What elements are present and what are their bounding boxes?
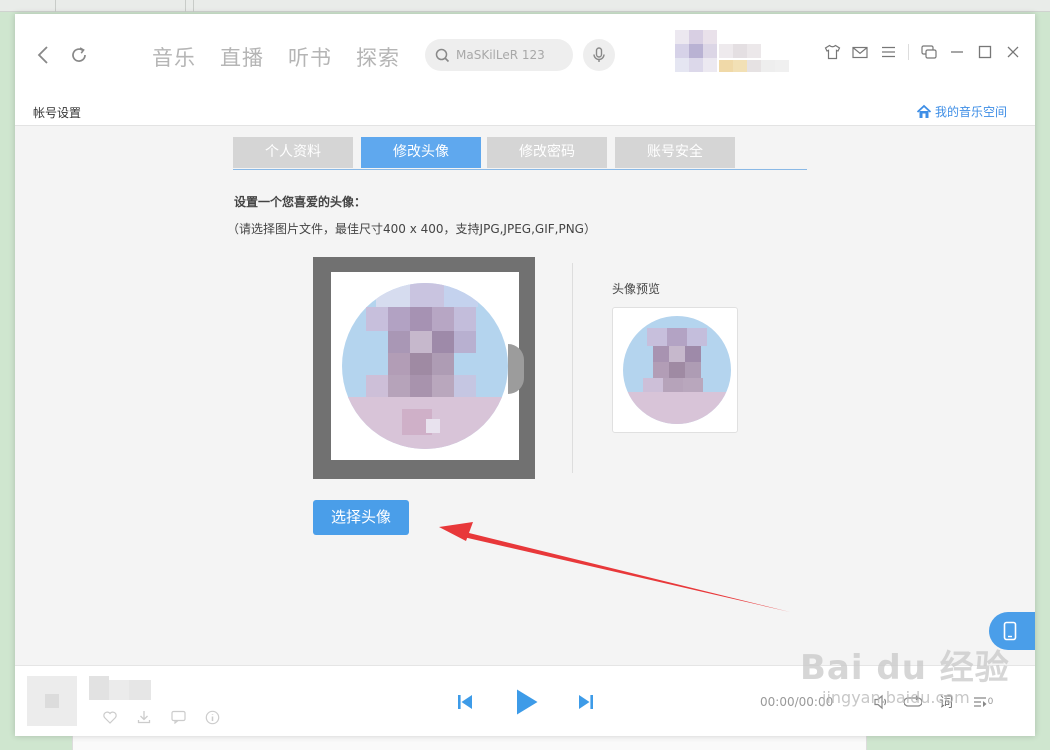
loop-icon xyxy=(904,695,922,707)
tab-account-security[interactable]: 账号安全 xyxy=(615,137,735,168)
desktop-tab xyxy=(186,0,194,12)
download-button[interactable] xyxy=(127,708,161,726)
loop-mode-button[interactable] xyxy=(902,692,924,712)
desktop-tab xyxy=(0,0,56,12)
messages-button[interactable] xyxy=(846,42,874,62)
previous-icon xyxy=(458,695,472,709)
choose-avatar-button[interactable]: 选择头像 xyxy=(313,500,409,535)
user-avatar-blurred[interactable] xyxy=(675,30,795,76)
player-bar: 00:00/00:00 词 0 xyxy=(15,665,1035,736)
preview-label: 头像预览 xyxy=(612,282,661,296)
search-icon xyxy=(435,48,450,62)
crop-handle[interactable] xyxy=(508,344,524,394)
mini-mode-button[interactable] xyxy=(915,42,943,62)
info-button[interactable] xyxy=(195,708,229,726)
tab-change-password[interactable]: 修改密码 xyxy=(487,137,607,168)
my-music-space-label: 我的音乐空间 xyxy=(934,105,1007,119)
chevron-left-icon xyxy=(37,46,48,64)
volume-icon xyxy=(874,694,887,710)
mini-mode-icon xyxy=(921,45,937,59)
refresh-button[interactable] xyxy=(67,42,91,68)
mobile-link-button[interactable] xyxy=(989,612,1035,650)
phone-icon xyxy=(1003,621,1017,641)
next-icon xyxy=(579,695,593,709)
close-icon xyxy=(1007,46,1019,58)
play-button[interactable] xyxy=(513,686,541,718)
close-button[interactable] xyxy=(999,42,1027,62)
previous-track-button[interactable] xyxy=(455,692,475,712)
divider xyxy=(572,263,573,473)
back-button[interactable] xyxy=(31,42,55,68)
refresh-icon xyxy=(72,47,86,62)
minimize-button[interactable] xyxy=(943,42,971,62)
play-icon xyxy=(517,689,538,715)
volume-button[interactable] xyxy=(870,692,892,712)
search-box[interactable] xyxy=(425,39,573,71)
album-cover[interactable] xyxy=(27,676,77,726)
nav-tab-music[interactable]: 音乐 xyxy=(152,42,196,72)
avatar-crop-area[interactable] xyxy=(313,257,535,479)
menu-button[interactable] xyxy=(874,42,902,62)
playback-time: 00:00/00:00 xyxy=(760,695,834,709)
search-input[interactable] xyxy=(456,48,566,62)
avatar-preview-image xyxy=(623,316,731,424)
avatar-image-blurred xyxy=(342,283,508,449)
top-bar: 音乐 直播 听书 探索 xyxy=(15,14,1035,100)
avatar-requirements: （请选择图片文件，最佳尺寸400 x 400，支持JPG,JPEG,GIF,PN… xyxy=(227,222,596,236)
avatar-prompt: 设置一个您喜爱的头像： xyxy=(234,195,367,209)
mail-icon xyxy=(852,46,868,58)
info-icon xyxy=(205,710,219,724)
lyrics-button[interactable]: 词 xyxy=(935,692,957,712)
lyrics-label: 词 xyxy=(939,695,953,711)
shirt-icon xyxy=(824,44,840,60)
maximize-button[interactable] xyxy=(971,42,999,62)
menu-icon xyxy=(881,46,895,58)
heart-icon xyxy=(103,711,117,724)
nav-tab-live[interactable]: 直播 xyxy=(220,42,264,72)
avatar-preview-box xyxy=(612,307,738,433)
like-button[interactable] xyxy=(93,708,127,726)
comment-icon xyxy=(170,710,186,724)
comment-button[interactable] xyxy=(161,708,195,726)
microphone-icon xyxy=(593,47,605,62)
download-icon xyxy=(137,711,151,724)
divider xyxy=(908,44,909,60)
settings-tabs: 个人资料 修改头像 修改密码 账号安全 xyxy=(233,137,807,170)
skin-button[interactable] xyxy=(818,42,846,62)
desktop-bottom-strip xyxy=(72,736,867,750)
maximize-icon xyxy=(978,45,992,59)
playlist-queue-button[interactable]: 0 xyxy=(967,692,999,712)
window-controls xyxy=(818,42,1027,62)
home-icon xyxy=(916,104,932,118)
tab-profile[interactable]: 个人资料 xyxy=(233,137,353,168)
voice-search-button[interactable] xyxy=(583,39,615,71)
nav-tab-explore[interactable]: 探索 xyxy=(356,42,400,72)
desktop-top-strip xyxy=(0,0,1050,12)
tab-change-avatar[interactable]: 修改头像 xyxy=(361,137,481,168)
crop-frame[interactable] xyxy=(331,272,524,460)
my-music-space-link[interactable]: 我的音乐空间 xyxy=(916,103,1007,120)
nav-tab-audiobook[interactable]: 听书 xyxy=(288,42,332,72)
song-info-blurred xyxy=(89,676,151,700)
music-app-window: 音乐 直播 听书 探索 MaSKilLeR 123 帐号设置 我的音乐空间 个人… xyxy=(15,14,1035,736)
desktop-tab xyxy=(56,0,186,12)
next-track-button[interactable] xyxy=(576,692,596,712)
queue-count: 0 xyxy=(987,697,994,707)
playlist-icon xyxy=(973,697,987,707)
sub-header: 帐号设置 我的音乐空间 xyxy=(15,100,1035,126)
page-title: 帐号设置 xyxy=(33,106,82,120)
minimize-icon xyxy=(951,51,963,53)
song-actions xyxy=(93,708,229,726)
